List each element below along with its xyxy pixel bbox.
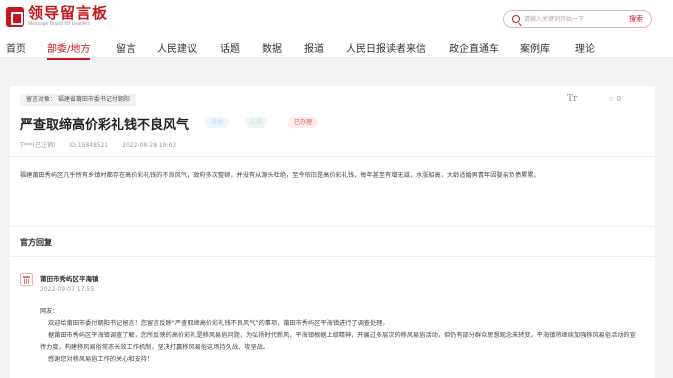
message-body: 福建莆田秀屿区几乎所有乡镇村都存在高价彩礼钱的不良风气，政府多次整顿，并没有从源…: [20, 172, 540, 179]
nav-item-ministries-local[interactable]: 部委/地方: [47, 40, 91, 60]
search-box: 搜索: [503, 10, 652, 28]
logo-icon: [6, 6, 24, 27]
nav-item-data[interactable]: 数据: [262, 40, 282, 55]
reply-salutation: 网友：: [40, 308, 59, 315]
message-title: 严查取缔高价彩礼钱不良风气: [20, 118, 190, 133]
reply-paragraph: 欢迎给莆田市委付朝阳书记留言！您留言反映“严查取缔高价彩礼钱不良风气”的事项，莆…: [48, 320, 389, 327]
divider: [10, 156, 655, 157]
search-input[interactable]: [524, 13, 624, 25]
main-nav: 首页 部委/地方 留言 人民建议 话题 数据 报道 人民日报读者来信 政企直通车…: [0, 36, 673, 60]
nav-item-home[interactable]: 首页: [6, 40, 26, 55]
logo-title: 领导留言板: [28, 4, 109, 22]
reply-body: 网友： 欢迎给莆田市委付朝阳书记留言！您留言反映“严查取缔高价彩礼钱不良风气”的…: [40, 306, 640, 366]
nav-item-topics[interactable]: 话题: [220, 40, 240, 55]
status-badge: 已办理: [288, 117, 319, 128]
font-size-icon[interactable]: Tr: [567, 94, 577, 104]
nav-item-case-library[interactable]: 案例库: [520, 40, 550, 55]
category-tag[interactable]: 其他: [205, 117, 230, 128]
government-building-icon: [20, 273, 33, 286]
nav-item-enterprise[interactable]: 政企直通车: [449, 40, 499, 55]
message-meta: T***(已注销) ID:15848521 2022-08-28 19:02: [20, 140, 188, 149]
site-logo[interactable]: 领导留言板 Message Board for Leaders: [6, 5, 108, 28]
field-tag[interactable]: 三农: [244, 117, 269, 128]
nav-item-theory[interactable]: 理论: [575, 40, 595, 55]
search-button[interactable]: 搜索: [629, 14, 643, 24]
logo-subtitle: Message Board for Leaders: [28, 21, 90, 27]
reply-paragraph: 据莆田市秀屿区平海镇调查了解，您所反映的高价彩礼是移风易俗问题，为弘扬时代新风，…: [40, 332, 636, 351]
like-button[interactable]: ☆ 0: [608, 95, 621, 103]
nav-item-messages[interactable]: 留言: [116, 40, 136, 55]
nav-item-reports[interactable]: 报道: [304, 40, 324, 55]
divider: [10, 226, 655, 227]
author-name: T***(已注销): [20, 142, 56, 149]
message-datetime: 2022-08-28 19:02: [122, 142, 177, 149]
top-bar: 领导留言板 Message Board for Leaders 搜索: [0, 0, 673, 36]
nav-item-suggestions[interactable]: 人民建议: [157, 40, 197, 55]
search-icon: [512, 15, 520, 23]
nav-item-reader-letters[interactable]: 人民日报读者来信: [346, 40, 426, 55]
message-card: 留言对象： 福建省莆田市委书记付朝阳 Tr ☆ 0 严查取缔高价彩礼钱不良风气 …: [10, 86, 655, 378]
message-id: ID:15848521: [69, 142, 109, 149]
divider: [10, 256, 655, 257]
reply-org-name: 莆田市秀屿区平海镇: [40, 275, 99, 283]
reply-closing: 感谢您对移风易俗工作的关心和支持！: [48, 356, 154, 363]
message-target: 留言对象： 福建省莆田市委书记付朝阳: [20, 94, 136, 106]
reply-datetime: 2022-09-07 17:55: [40, 286, 95, 293]
reply-section-title: 官方回复: [20, 238, 52, 247]
